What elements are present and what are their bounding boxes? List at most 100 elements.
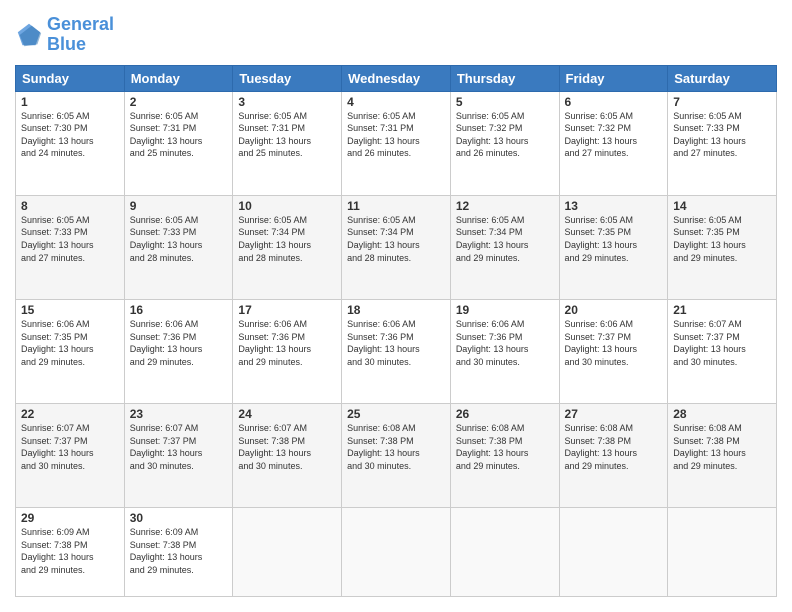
day-number: 9 xyxy=(130,199,228,213)
day-number: 12 xyxy=(456,199,554,213)
day-number: 17 xyxy=(238,303,336,317)
day-info: Sunrise: 6:05 AM Sunset: 7:33 PM Dayligh… xyxy=(130,214,228,264)
day-info: Sunrise: 6:05 AM Sunset: 7:31 PM Dayligh… xyxy=(238,110,336,160)
table-row: 10Sunrise: 6:05 AM Sunset: 7:34 PM Dayli… xyxy=(233,195,342,299)
col-wednesday: Wednesday xyxy=(342,65,451,91)
day-number: 16 xyxy=(130,303,228,317)
day-info: Sunrise: 6:07 AM Sunset: 7:37 PM Dayligh… xyxy=(130,422,228,472)
day-info: Sunrise: 6:05 AM Sunset: 7:34 PM Dayligh… xyxy=(456,214,554,264)
table-row: 27Sunrise: 6:08 AM Sunset: 7:38 PM Dayli… xyxy=(559,404,668,508)
day-number: 13 xyxy=(565,199,663,213)
col-thursday: Thursday xyxy=(450,65,559,91)
day-number: 7 xyxy=(673,95,771,109)
table-row: 23Sunrise: 6:07 AM Sunset: 7:37 PM Dayli… xyxy=(124,404,233,508)
table-row xyxy=(450,508,559,597)
day-info: Sunrise: 6:07 AM Sunset: 7:37 PM Dayligh… xyxy=(21,422,119,472)
day-number: 27 xyxy=(565,407,663,421)
table-row xyxy=(559,508,668,597)
table-row: 21Sunrise: 6:07 AM Sunset: 7:37 PM Dayli… xyxy=(668,299,777,403)
table-row xyxy=(668,508,777,597)
col-sunday: Sunday xyxy=(16,65,125,91)
logo: General Blue xyxy=(15,15,114,55)
table-row: 12Sunrise: 6:05 AM Sunset: 7:34 PM Dayli… xyxy=(450,195,559,299)
day-info: Sunrise: 6:09 AM Sunset: 7:38 PM Dayligh… xyxy=(21,526,119,576)
table-row: 8Sunrise: 6:05 AM Sunset: 7:33 PM Daylig… xyxy=(16,195,125,299)
day-number: 10 xyxy=(238,199,336,213)
day-info: Sunrise: 6:06 AM Sunset: 7:37 PM Dayligh… xyxy=(565,318,663,368)
day-info: Sunrise: 6:08 AM Sunset: 7:38 PM Dayligh… xyxy=(456,422,554,472)
table-row: 3Sunrise: 6:05 AM Sunset: 7:31 PM Daylig… xyxy=(233,91,342,195)
day-info: Sunrise: 6:05 AM Sunset: 7:32 PM Dayligh… xyxy=(456,110,554,160)
table-row: 6Sunrise: 6:05 AM Sunset: 7:32 PM Daylig… xyxy=(559,91,668,195)
day-info: Sunrise: 6:06 AM Sunset: 7:36 PM Dayligh… xyxy=(347,318,445,368)
day-info: Sunrise: 6:06 AM Sunset: 7:36 PM Dayligh… xyxy=(456,318,554,368)
day-number: 2 xyxy=(130,95,228,109)
day-number: 21 xyxy=(673,303,771,317)
day-number: 25 xyxy=(347,407,445,421)
table-row: 4Sunrise: 6:05 AM Sunset: 7:31 PM Daylig… xyxy=(342,91,451,195)
day-info: Sunrise: 6:05 AM Sunset: 7:31 PM Dayligh… xyxy=(130,110,228,160)
day-info: Sunrise: 6:05 AM Sunset: 7:31 PM Dayligh… xyxy=(347,110,445,160)
day-info: Sunrise: 6:05 AM Sunset: 7:33 PM Dayligh… xyxy=(21,214,119,264)
day-number: 23 xyxy=(130,407,228,421)
day-info: Sunrise: 6:05 AM Sunset: 7:30 PM Dayligh… xyxy=(21,110,119,160)
calendar-header-row: Sunday Monday Tuesday Wednesday Thursday… xyxy=(16,65,777,91)
table-row: 19Sunrise: 6:06 AM Sunset: 7:36 PM Dayli… xyxy=(450,299,559,403)
table-row: 26Sunrise: 6:08 AM Sunset: 7:38 PM Dayli… xyxy=(450,404,559,508)
header: General Blue xyxy=(15,15,777,55)
day-info: Sunrise: 6:05 AM Sunset: 7:34 PM Dayligh… xyxy=(238,214,336,264)
page: General Blue Sunday Monday Tuesday Wedne… xyxy=(0,0,792,612)
day-info: Sunrise: 6:05 AM Sunset: 7:35 PM Dayligh… xyxy=(565,214,663,264)
day-number: 11 xyxy=(347,199,445,213)
day-info: Sunrise: 6:05 AM Sunset: 7:34 PM Dayligh… xyxy=(347,214,445,264)
table-row xyxy=(342,508,451,597)
col-friday: Friday xyxy=(559,65,668,91)
table-row: 25Sunrise: 6:08 AM Sunset: 7:38 PM Dayli… xyxy=(342,404,451,508)
logo-icon xyxy=(15,21,43,49)
table-row: 28Sunrise: 6:08 AM Sunset: 7:38 PM Dayli… xyxy=(668,404,777,508)
table-row: 2Sunrise: 6:05 AM Sunset: 7:31 PM Daylig… xyxy=(124,91,233,195)
day-info: Sunrise: 6:07 AM Sunset: 7:37 PM Dayligh… xyxy=(673,318,771,368)
day-info: Sunrise: 6:08 AM Sunset: 7:38 PM Dayligh… xyxy=(673,422,771,472)
day-number: 6 xyxy=(565,95,663,109)
day-number: 22 xyxy=(21,407,119,421)
logo-text: General Blue xyxy=(47,15,114,55)
table-row: 11Sunrise: 6:05 AM Sunset: 7:34 PM Dayli… xyxy=(342,195,451,299)
day-number: 28 xyxy=(673,407,771,421)
col-tuesday: Tuesday xyxy=(233,65,342,91)
day-info: Sunrise: 6:06 AM Sunset: 7:35 PM Dayligh… xyxy=(21,318,119,368)
table-row: 9Sunrise: 6:05 AM Sunset: 7:33 PM Daylig… xyxy=(124,195,233,299)
table-row: 7Sunrise: 6:05 AM Sunset: 7:33 PM Daylig… xyxy=(668,91,777,195)
day-number: 1 xyxy=(21,95,119,109)
table-row: 20Sunrise: 6:06 AM Sunset: 7:37 PM Dayli… xyxy=(559,299,668,403)
table-row xyxy=(233,508,342,597)
day-number: 8 xyxy=(21,199,119,213)
day-info: Sunrise: 6:08 AM Sunset: 7:38 PM Dayligh… xyxy=(347,422,445,472)
day-number: 20 xyxy=(565,303,663,317)
col-monday: Monday xyxy=(124,65,233,91)
day-number: 4 xyxy=(347,95,445,109)
day-number: 30 xyxy=(130,511,228,525)
table-row: 1Sunrise: 6:05 AM Sunset: 7:30 PM Daylig… xyxy=(16,91,125,195)
calendar: Sunday Monday Tuesday Wednesday Thursday… xyxy=(15,65,777,597)
table-row: 14Sunrise: 6:05 AM Sunset: 7:35 PM Dayli… xyxy=(668,195,777,299)
table-row: 13Sunrise: 6:05 AM Sunset: 7:35 PM Dayli… xyxy=(559,195,668,299)
day-info: Sunrise: 6:05 AM Sunset: 7:32 PM Dayligh… xyxy=(565,110,663,160)
day-info: Sunrise: 6:08 AM Sunset: 7:38 PM Dayligh… xyxy=(565,422,663,472)
day-number: 18 xyxy=(347,303,445,317)
day-number: 14 xyxy=(673,199,771,213)
table-row: 5Sunrise: 6:05 AM Sunset: 7:32 PM Daylig… xyxy=(450,91,559,195)
table-row: 15Sunrise: 6:06 AM Sunset: 7:35 PM Dayli… xyxy=(16,299,125,403)
table-row: 24Sunrise: 6:07 AM Sunset: 7:38 PM Dayli… xyxy=(233,404,342,508)
day-number: 26 xyxy=(456,407,554,421)
day-info: Sunrise: 6:09 AM Sunset: 7:38 PM Dayligh… xyxy=(130,526,228,576)
day-number: 5 xyxy=(456,95,554,109)
table-row: 17Sunrise: 6:06 AM Sunset: 7:36 PM Dayli… xyxy=(233,299,342,403)
table-row: 16Sunrise: 6:06 AM Sunset: 7:36 PM Dayli… xyxy=(124,299,233,403)
day-number: 3 xyxy=(238,95,336,109)
day-number: 29 xyxy=(21,511,119,525)
table-row: 29Sunrise: 6:09 AM Sunset: 7:38 PM Dayli… xyxy=(16,508,125,597)
day-number: 19 xyxy=(456,303,554,317)
table-row: 18Sunrise: 6:06 AM Sunset: 7:36 PM Dayli… xyxy=(342,299,451,403)
day-info: Sunrise: 6:06 AM Sunset: 7:36 PM Dayligh… xyxy=(130,318,228,368)
